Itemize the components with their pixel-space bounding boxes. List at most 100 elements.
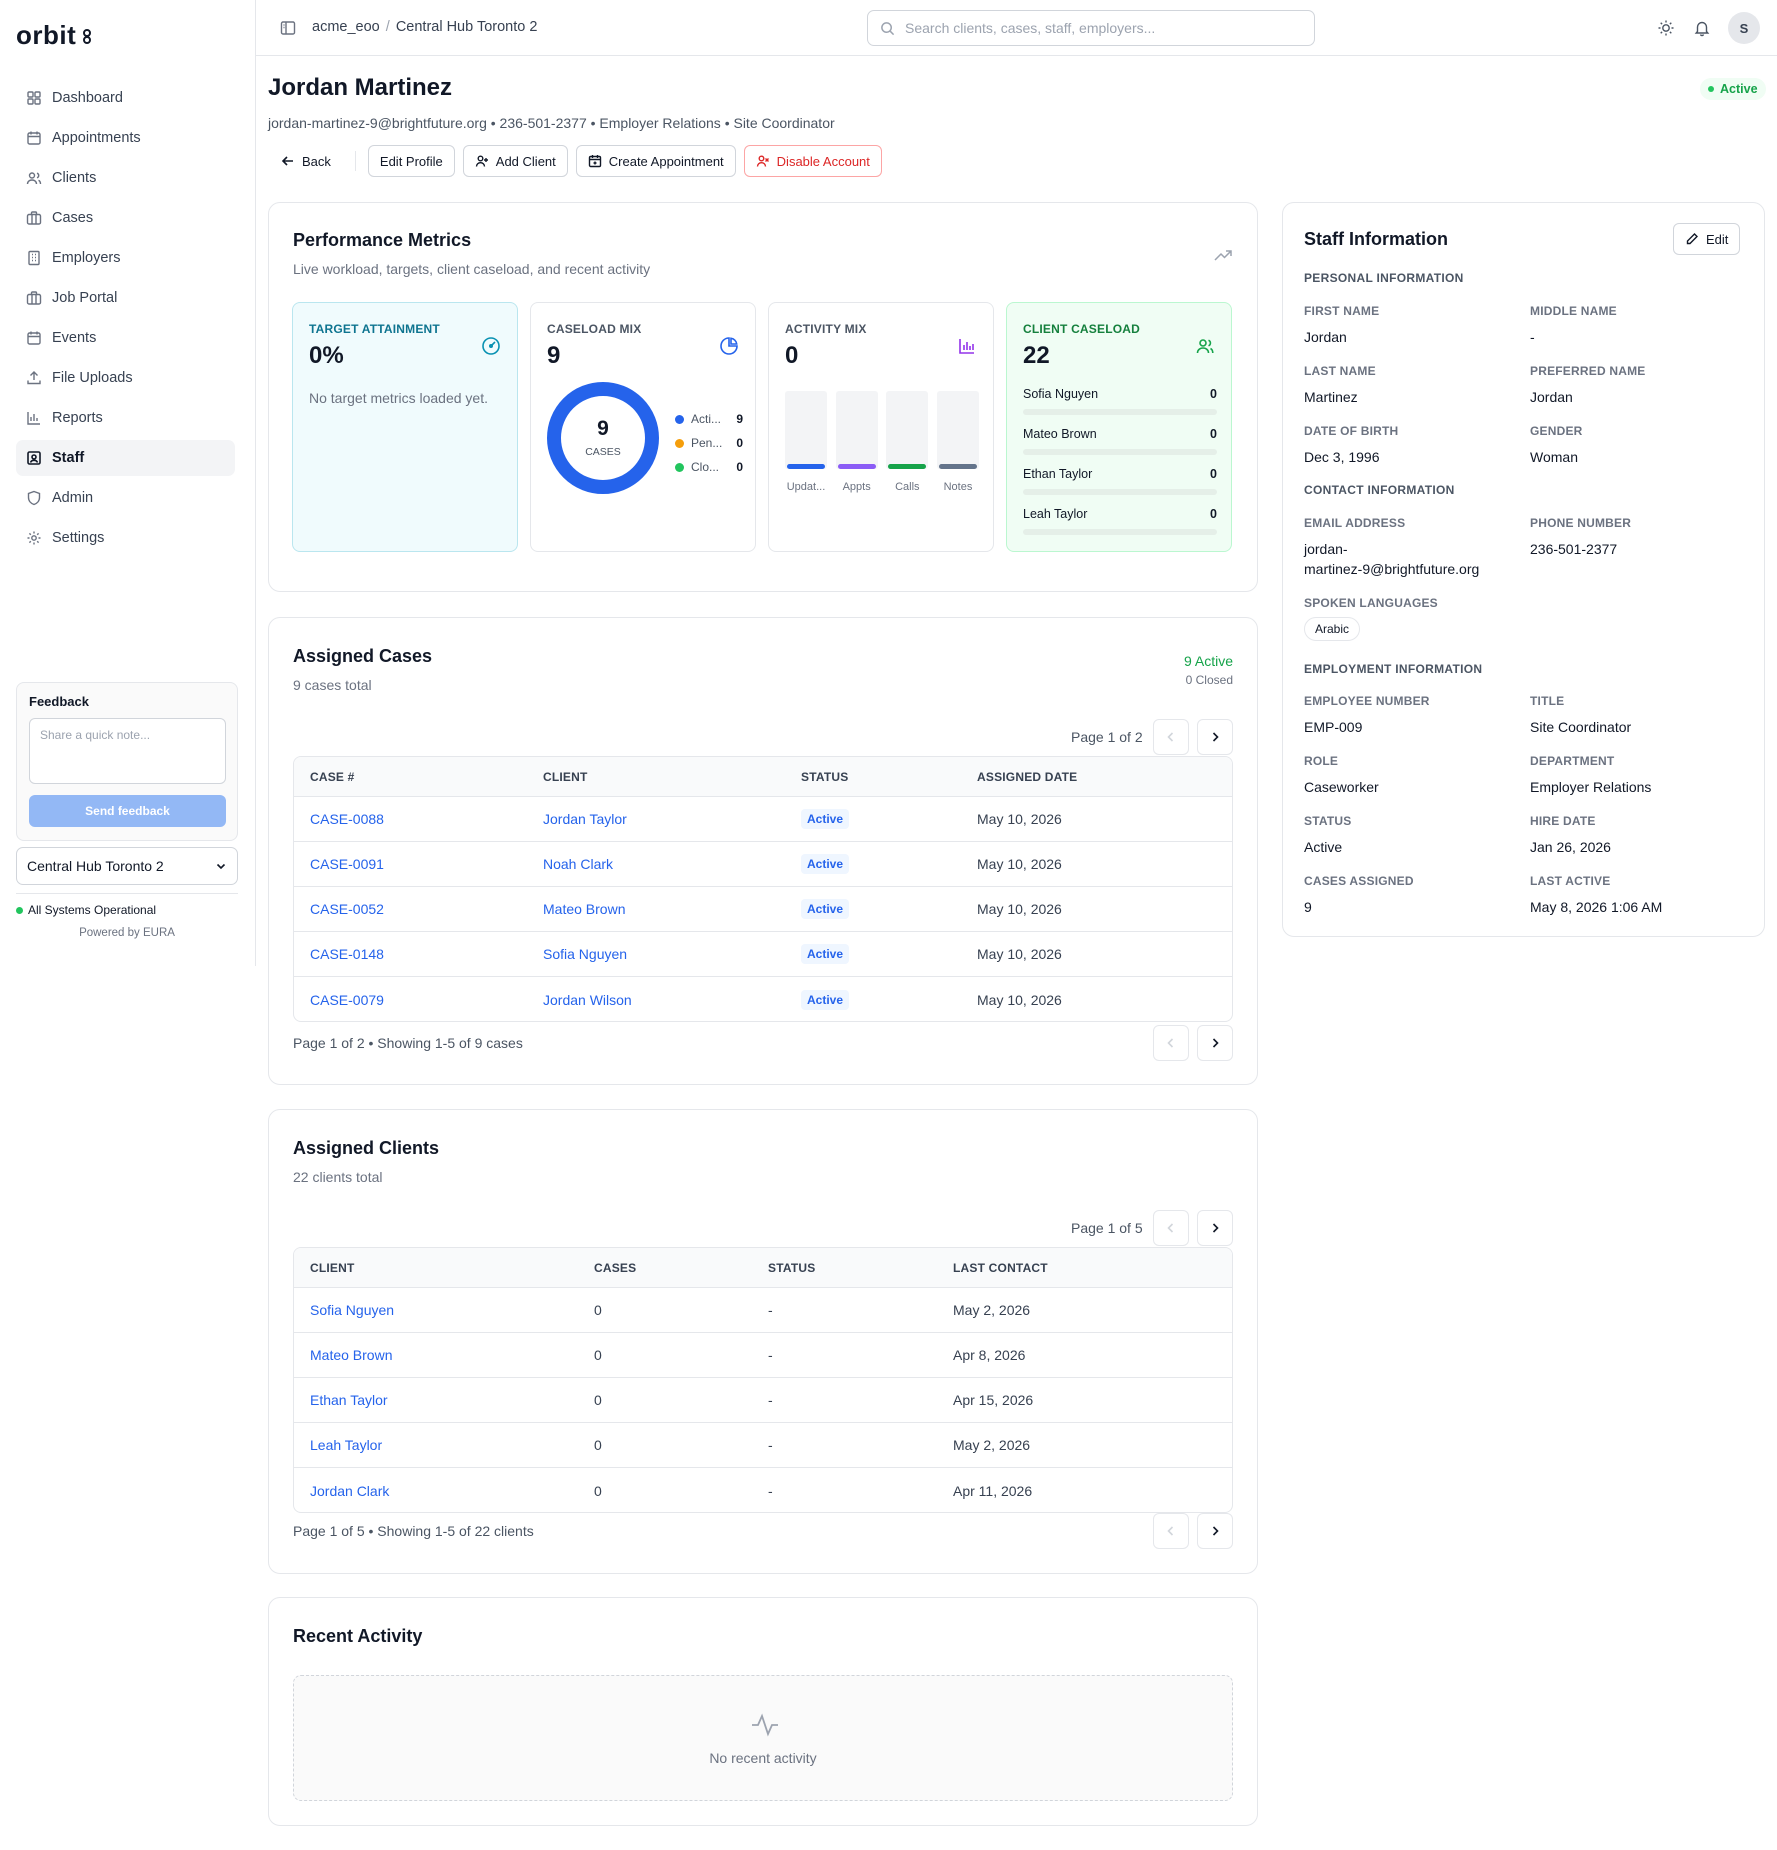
client-link[interactable]: Sofia Nguyen <box>543 932 627 976</box>
app-logo[interactable]: orbit <box>16 20 92 51</box>
column-header: LAST CONTACT <box>953 1260 1048 1275</box>
case-number-link[interactable]: CASE-0052 <box>310 887 384 931</box>
activity-empty-state: No recent activity <box>293 1675 1233 1801</box>
sidebar-item-file-uploads[interactable]: File Uploads <box>16 360 235 396</box>
logo-text: orbit <box>16 20 77 50</box>
sidebar-item-appointments[interactable]: Appointments <box>16 120 235 156</box>
client-link[interactable]: Jordan Clark <box>310 1468 389 1512</box>
chevron-right-icon <box>1212 732 1219 742</box>
sidebar-item-settings[interactable]: Settings <box>16 520 235 556</box>
client-link[interactable]: Sofia Nguyen <box>310 1288 394 1332</box>
table-row[interactable]: Leah Taylor 0 - May 2, 2026 <box>294 1423 1232 1468</box>
briefcase-icon <box>26 291 42 305</box>
bar-label: Updat... <box>786 481 826 493</box>
back-button[interactable]: Back <box>268 145 343 177</box>
recent-activity-card: Recent Activity No recent activity <box>268 1597 1258 1826</box>
status-badge-text: Active <box>1720 82 1758 96</box>
sidebar-item-staff[interactable]: Staff <box>16 440 235 476</box>
client-link[interactable]: Ethan Taylor <box>310 1378 388 1422</box>
clients-next-page-button-bottom[interactable] <box>1197 1513 1233 1549</box>
client-value: 0 <box>1210 467 1217 481</box>
sidebar-item-employers[interactable]: Employers <box>16 240 235 276</box>
add-client-button[interactable]: Add Client <box>462 145 568 177</box>
bar-chart-icon <box>959 339 974 354</box>
clients-next-page-button[interactable] <box>1197 1210 1233 1246</box>
upload-icon <box>27 371 41 385</box>
client-name: Sofia Nguyen <box>1023 387 1099 401</box>
sidebar-item-cases[interactable]: Cases <box>16 200 235 236</box>
table-row[interactable]: CASE-0088 Jordan Taylor Active May 10, 2… <box>294 797 1232 842</box>
breadcrumb-org[interactable]: acme_eoo <box>312 19 380 35</box>
table-row[interactable]: Ethan Taylor 0 - Apr 15, 2026 <box>294 1378 1232 1423</box>
sidebar-toggle-icon[interactable] <box>280 20 296 36</box>
disable-account-button[interactable]: Disable Account <box>743 145 882 177</box>
users-icon <box>26 172 42 185</box>
table-row[interactable]: CASE-0091 Noah Clark Active May 10, 2026 <box>294 842 1232 887</box>
search-input[interactable] <box>905 20 1285 36</box>
feedback-textarea[interactable] <box>29 718 226 784</box>
global-search[interactable] <box>867 10 1315 46</box>
sidebar-item-admin[interactable]: Admin <box>16 480 235 516</box>
table-row[interactable]: Jordan Clark 0 - Apr 11, 2026 <box>294 1468 1232 1512</box>
calendar-icon <box>27 331 41 345</box>
bell-icon[interactable] <box>1693 19 1711 37</box>
sidebar-item-events[interactable]: Events <box>16 320 235 356</box>
cases-prev-page-button[interactable] <box>1153 719 1189 755</box>
activity-pulse-icon <box>752 1713 778 1737</box>
send-feedback-button[interactable]: Send feedback <box>29 795 226 827</box>
table-row[interactable]: CASE-0052 Mateo Brown Active May 10, 202… <box>294 887 1232 932</box>
sidebar-item-label: Appointments <box>52 130 141 146</box>
feedback-title: Feedback <box>29 694 89 709</box>
bar-label: Calls <box>895 481 920 493</box>
edit-profile-button[interactable]: Edit Profile <box>367 145 455 177</box>
user-avatar[interactable]: S <box>1728 12 1760 44</box>
status-dot <box>16 906 23 914</box>
sun-icon[interactable] <box>1657 19 1675 37</box>
caseload-client-row: Mateo Brown 0 <box>1023 427 1217 467</box>
sidebar-item-job-portal[interactable]: Job Portal <box>16 280 235 316</box>
column-header: CLIENT <box>543 769 588 784</box>
table-row[interactable]: CASE-0079 Jordan Wilson Active May 10, 2… <box>294 977 1232 1021</box>
case-number-link[interactable]: CASE-0088 <box>310 797 384 841</box>
clients-page-indicator: Page 1 of 5 <box>1071 1220 1143 1236</box>
hub-select[interactable]: Central Hub Toronto 2 <box>16 847 238 885</box>
case-number-link[interactable]: CASE-0079 <box>310 977 384 1021</box>
department-value: Employer Relations <box>1530 779 1652 795</box>
table-row[interactable]: Sofia Nguyen 0 - May 2, 2026 <box>294 1288 1232 1333</box>
building-icon <box>28 250 40 266</box>
sidebar-item-reports[interactable]: Reports <box>16 400 235 436</box>
hire-date-value: Jan 26, 2026 <box>1530 839 1611 855</box>
cases-next-page-button[interactable] <box>1197 719 1233 755</box>
clients-prev-page-button[interactable] <box>1153 1210 1189 1246</box>
edit-staff-button[interactable]: Edit <box>1673 223 1741 255</box>
middle-name-value: - <box>1530 329 1535 345</box>
create-appointment-button[interactable]: Create Appointment <box>575 145 736 177</box>
card-title: Staff Information <box>1304 229 1448 249</box>
case-number-link[interactable]: CASE-0148 <box>310 932 384 976</box>
table-row[interactable]: Mateo Brown 0 - Apr 8, 2026 <box>294 1333 1232 1378</box>
sidebar-item-clients[interactable]: Clients <box>16 160 235 196</box>
table-row[interactable]: CASE-0148 Sofia Nguyen Active May 10, 20… <box>294 932 1232 977</box>
case-number-link[interactable]: CASE-0091 <box>310 842 384 886</box>
sidebar-item-label: Admin <box>52 490 94 506</box>
column-header: CASE # <box>310 769 355 784</box>
target-attainment-tile: Target Attainment 0% No target metrics l… <box>292 302 518 552</box>
status-label: Status <box>1304 814 1352 828</box>
sidebar-item-dashboard[interactable]: Dashboard <box>16 80 235 116</box>
assigned-date: May 10, 2026 <box>977 856 1062 872</box>
breadcrumb-hub[interactable]: Central Hub Toronto 2 <box>396 19 538 35</box>
back-button-label: Back <box>302 153 331 169</box>
client-link[interactable]: Leah Taylor <box>310 1423 382 1467</box>
client-link[interactable]: Noah Clark <box>543 842 613 886</box>
client-link[interactable]: Jordan Wilson <box>543 977 632 1021</box>
cases-prev-page-button-bottom[interactable] <box>1153 1025 1189 1061</box>
calendar-plus-icon <box>588 155 601 168</box>
clients-prev-page-button-bottom[interactable] <box>1153 1513 1189 1549</box>
client-link[interactable]: Mateo Brown <box>310 1333 392 1377</box>
target-gauge-icon <box>482 337 500 355</box>
client-link[interactable]: Mateo Brown <box>543 887 625 931</box>
cases-next-page-button-bottom[interactable] <box>1197 1025 1233 1061</box>
client-link[interactable]: Jordan Taylor <box>543 797 627 841</box>
activity-empty-text: No recent activity <box>709 1750 817 1766</box>
briefcase-icon <box>26 211 42 225</box>
